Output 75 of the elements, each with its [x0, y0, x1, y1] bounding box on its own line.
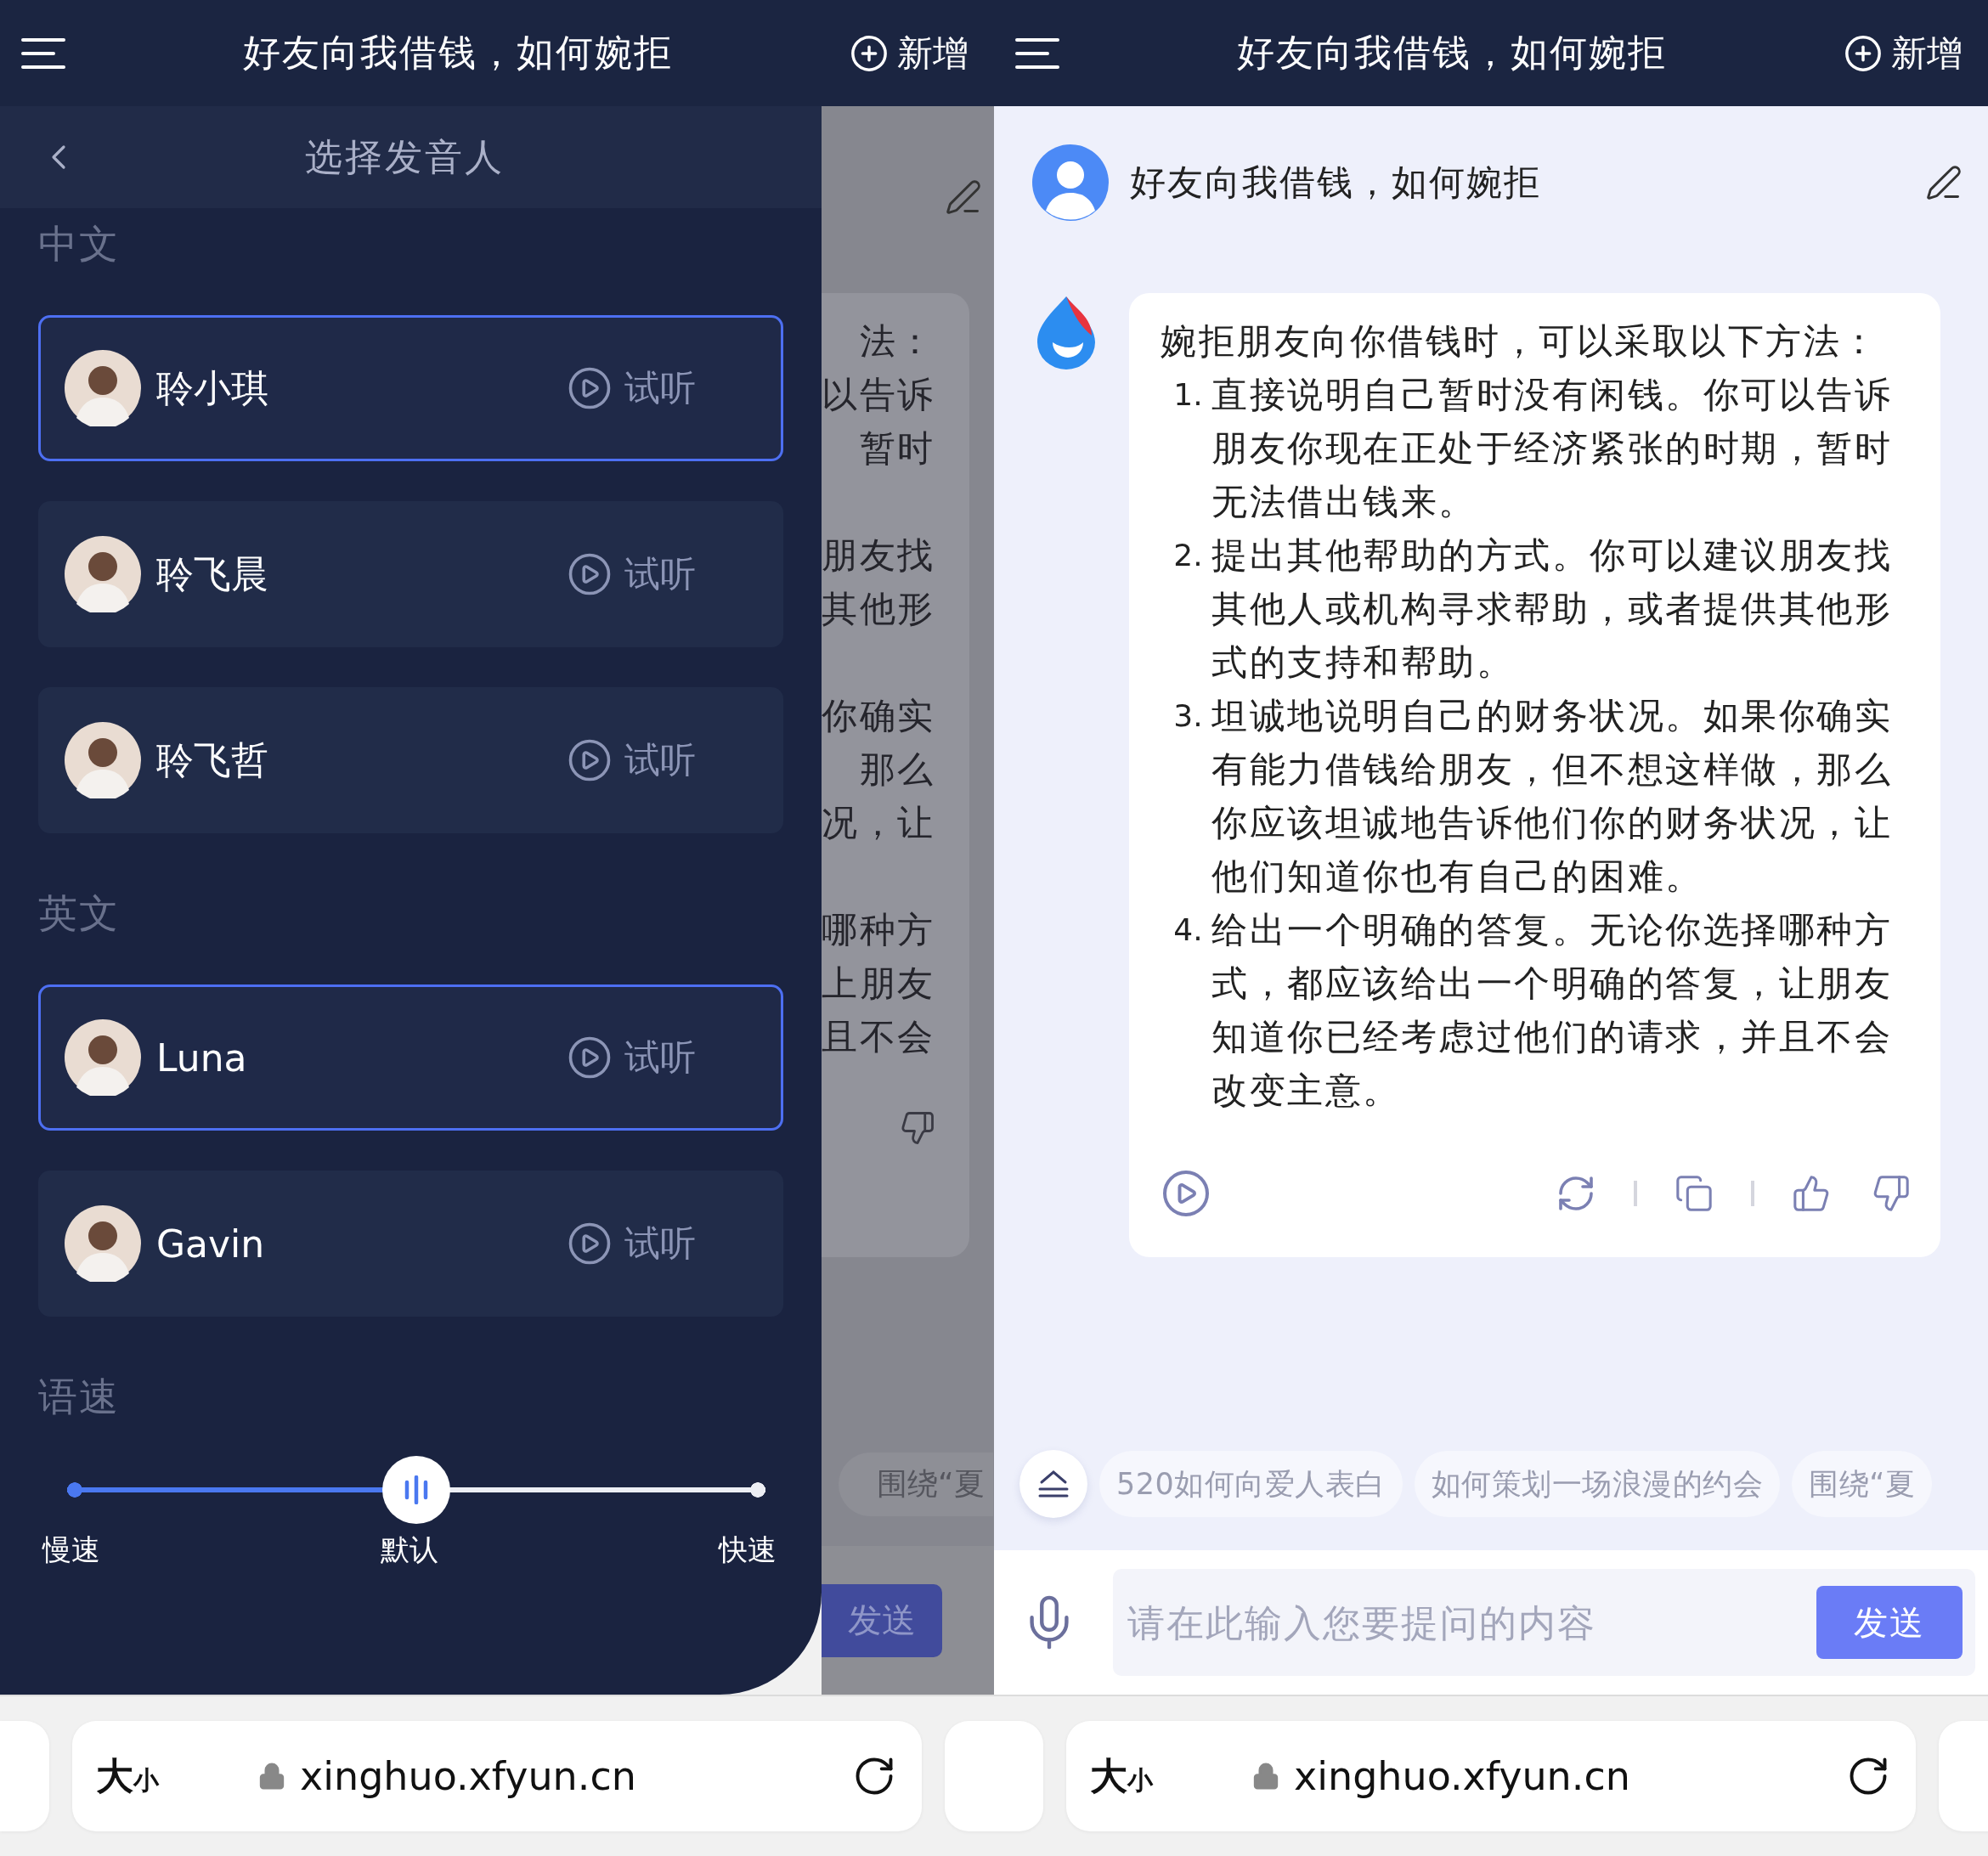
list-item-text: 直接说明自己暂时没有闲钱。你可以告诉朋友你现在正处于经济紧张的时期，暂时无法借出钱来。 [1211, 373, 1893, 524]
voice-option[interactable]: Luna 试听 [38, 984, 783, 1131]
list-item-text: 坦诚地说明自己的财务状况。如果你确实有能力借钱给朋友，但不想这样做，那么你应该坦诚地告诉他们你的财务状况，让他们知道你也有自己的困难。 [1211, 694, 1893, 899]
preview-button[interactable]: 试听 [567, 1034, 696, 1081]
lock-icon [257, 1762, 286, 1791]
plus-icon [1844, 33, 1883, 73]
voice-option[interactable]: 聆飞晨 试听 [38, 501, 783, 647]
speed-label: 默认 [381, 1532, 438, 1568]
copy-icon[interactable] [1675, 1174, 1714, 1213]
url-text: xinghuo.xfyun.cn [300, 1753, 636, 1799]
suggestion-chip[interactable]: 围绕“夏 [1792, 1451, 1933, 1517]
voice-name: 聆飞哲 [156, 736, 269, 783]
panel-title: 选择发音人 [303, 133, 505, 180]
section-heading: 中文 [38, 220, 120, 268]
answer-text: 你确实 [822, 694, 935, 738]
edit-icon[interactable] [1925, 164, 1963, 201]
expand-button[interactable] [1019, 1450, 1087, 1518]
menu-icon[interactable] [1015, 36, 1059, 71]
list-number: 4. [1172, 911, 1204, 949]
chat-title: 好友向我借钱，如何婉拒 [1235, 30, 1668, 76]
answer-text: 上朋友 [822, 962, 935, 1006]
new-chat-button[interactable]: 新增 [1844, 29, 1963, 77]
send-button[interactable]: 发送 [1816, 1586, 1963, 1659]
voice-name: 聆飞晨 [156, 550, 269, 597]
preview-button[interactable]: 试听 [567, 736, 696, 784]
question-input[interactable]: 请在此输入您要提问的内容 发送 [1113, 1569, 1975, 1676]
suggestion-chip[interactable]: 如何策划一场浪漫的约会 [1414, 1451, 1781, 1517]
voice-name: Gavin [156, 1221, 266, 1266]
plus-icon [850, 33, 889, 73]
send-button[interactable]: 发送 [822, 1583, 942, 1657]
question-text: 好友向我借钱，如何婉拒 [1130, 161, 1542, 205]
play-icon[interactable] [1161, 1168, 1211, 1219]
answer-text: 况，让 [822, 801, 935, 845]
list-number: 2. [1172, 537, 1204, 574]
play-icon [567, 1221, 613, 1266]
section-heading: 语速 [38, 1373, 120, 1421]
voice-name: Luna [156, 1035, 248, 1080]
answer-text: 婉拒朋友向你借钱时，可以采取以下方法： [1161, 319, 1880, 364]
answer-text: 法： [859, 319, 935, 364]
preview-button[interactable]: 试听 [567, 1220, 696, 1267]
speed-label: 快速 [719, 1532, 777, 1568]
answer-text: 且不会 [822, 1015, 935, 1059]
voice-name: 聆小琪 [156, 364, 269, 411]
list-item-text: 给出一个明确的答复。无论你选择哪种方式，都应该给出一个明确的答复，让朋友知道你已经考虑过他们的请求，并且不会改变主意。 [1211, 908, 1893, 1113]
url-text: xinghuo.xfyun.cn [1294, 1753, 1630, 1799]
answer-text: 以告诉 [822, 373, 935, 417]
list-number: 1. [1172, 376, 1204, 414]
suggestion-chip[interactable]: 520如何向爱人表白 [1099, 1451, 1403, 1517]
answer-text: 哪种方 [822, 908, 935, 952]
voice-option[interactable]: Gavin 试听 [38, 1171, 783, 1317]
expand-icon [1036, 1469, 1070, 1499]
voice-option[interactable]: 聆飞哲 试听 [38, 687, 783, 833]
answer-text: 暂时 [859, 426, 935, 471]
menu-icon[interactable] [21, 36, 65, 71]
preview-button[interactable]: 试听 [567, 364, 696, 412]
chat-title: 好友向我借钱，如何婉拒 [241, 30, 674, 76]
new-chat-button[interactable]: 新增 [850, 29, 969, 77]
thumbs-up-icon[interactable] [1792, 1174, 1831, 1213]
list-number: 3. [1172, 697, 1204, 735]
play-icon [567, 551, 613, 597]
list-item-text: 提出其他帮助的方式。你可以建议朋友找其他人或机构寻求帮助，或者提供其他形式的支持和帮助。 [1211, 533, 1893, 685]
answer-text: 朋友找 [822, 533, 935, 578]
thumbs-down-icon[interactable] [1872, 1174, 1911, 1213]
section-heading: 英文 [38, 889, 120, 938]
preview-button[interactable]: 试听 [567, 550, 696, 598]
answer-text: 那么 [859, 747, 935, 792]
play-icon [567, 737, 613, 783]
voice-option[interactable]: 聆小琪 试听 [38, 315, 783, 461]
speed-slider[interactable] [67, 1456, 765, 1524]
answer-text: 其他形 [822, 587, 935, 631]
play-icon [567, 365, 613, 411]
lock-icon [1251, 1762, 1280, 1791]
speed-label: 慢速 [42, 1532, 100, 1568]
play-icon [567, 1035, 613, 1080]
thumbs-down-icon[interactable] [899, 1110, 935, 1146]
